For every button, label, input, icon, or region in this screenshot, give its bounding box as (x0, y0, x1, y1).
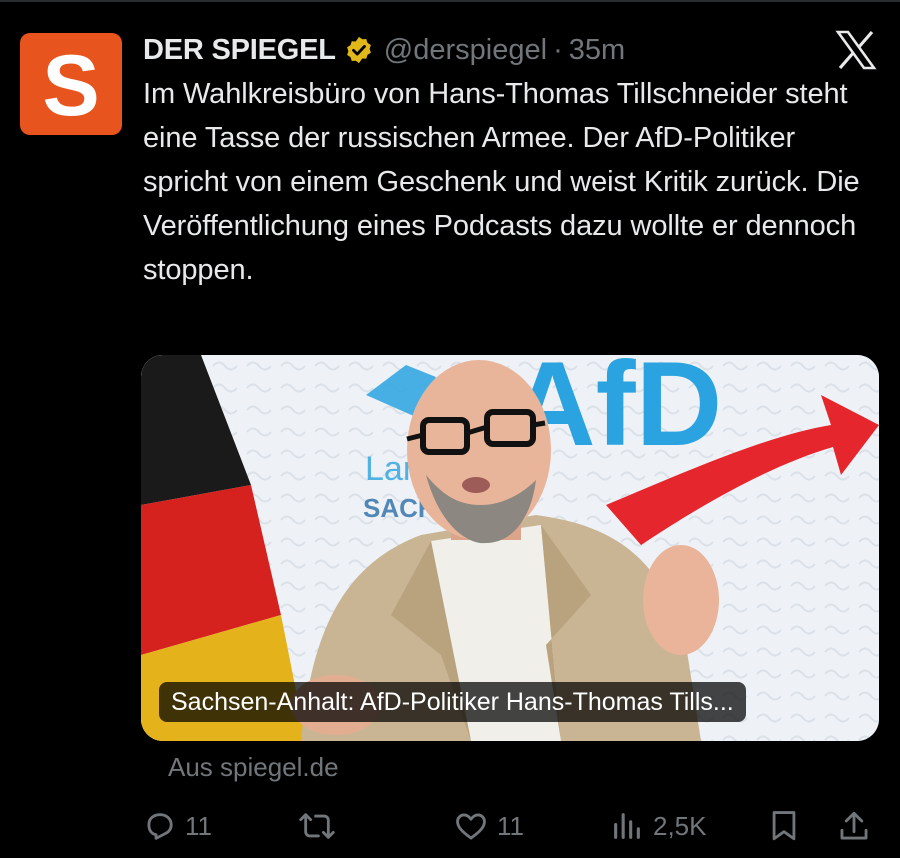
separator-dot: · (553, 33, 563, 66)
avatar[interactable]: S (20, 33, 122, 135)
card-caption: Sachsen-Anhalt: AfD-Politiker Hans-Thoma… (159, 682, 746, 722)
card-source[interactable]: Aus spiegel.de (168, 752, 339, 783)
repost-button[interactable] (298, 806, 344, 846)
reply-count: 11 (185, 810, 212, 841)
reply-icon (147, 813, 173, 840)
views-icon (614, 813, 640, 839)
like-count: 11 (497, 810, 524, 841)
tweet-header: DER SPIEGEL @derspiegel · 35m (143, 30, 625, 70)
x-logo-icon[interactable] (835, 30, 877, 70)
action-bar: 11 11 2,5K (0, 800, 900, 856)
top-divider (0, 0, 900, 2)
verified-badge-icon (344, 35, 374, 65)
tweet-text: Im Wahlkreisbüro von Hans-Thomas Tillsch… (143, 78, 860, 286)
like-button[interactable]: 11 (453, 806, 524, 846)
timestamp[interactable]: 35m (569, 34, 625, 67)
author-name[interactable]: DER SPIEGEL (143, 34, 336, 67)
link-card[interactable]: AfD Lan SACHS Sachsen-Anhalt: AfD-Politi… (141, 355, 879, 741)
share-icon (840, 811, 868, 840)
svg-text:S: S (42, 38, 99, 134)
share-button[interactable] (838, 806, 870, 846)
views-count: 2,5K (653, 810, 707, 841)
bookmark-icon (772, 811, 796, 841)
bookmark-button[interactable] (769, 806, 799, 846)
repost-icon (299, 813, 335, 839)
author-handle[interactable]: @derspiegel (384, 34, 547, 67)
reply-button[interactable]: 11 (143, 806, 212, 846)
views-button[interactable]: 2,5K (609, 806, 707, 846)
spiegel-logo-icon: S (42, 38, 99, 134)
like-icon (456, 813, 486, 840)
